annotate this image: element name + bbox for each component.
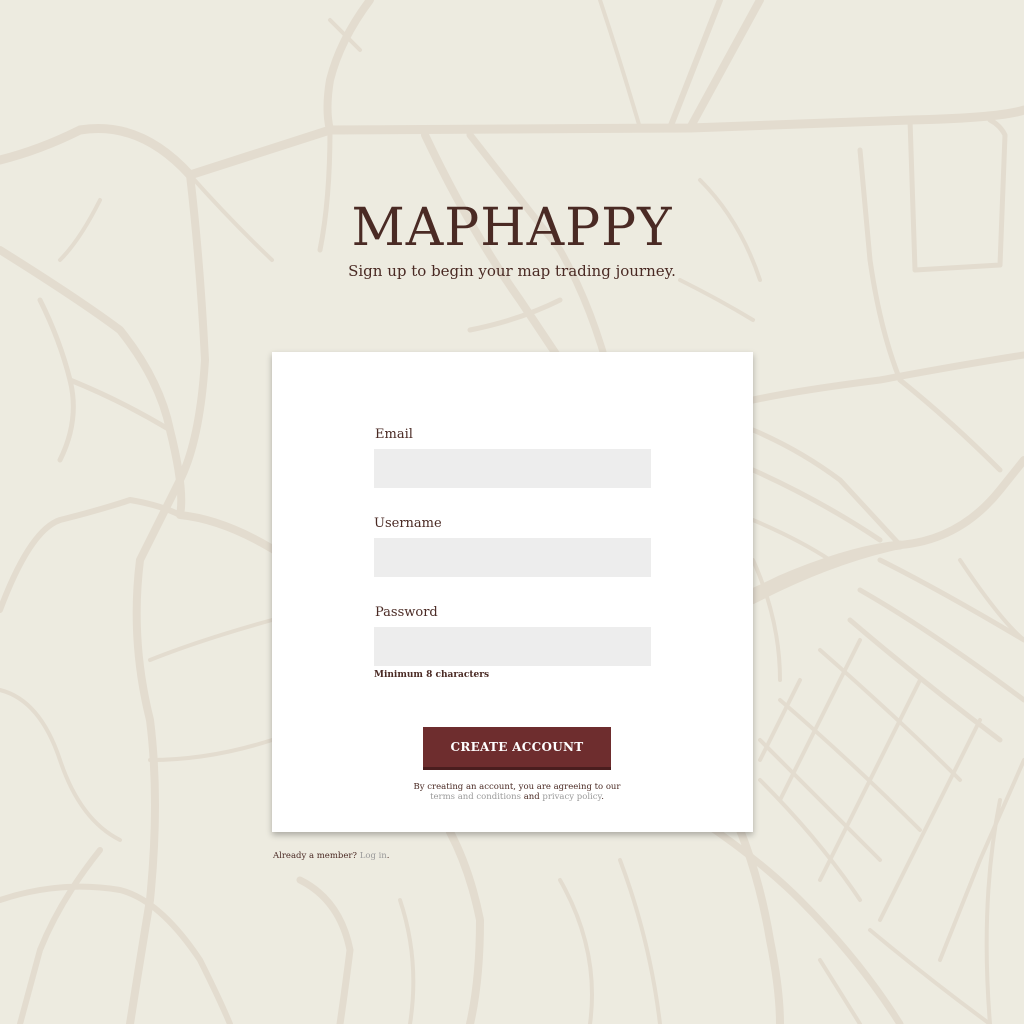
email-field[interactable] bbox=[374, 449, 651, 488]
password-label: Password bbox=[375, 605, 438, 620]
login-prompt-text: Already a member? bbox=[273, 851, 357, 861]
login-link[interactable]: Log in bbox=[360, 851, 387, 861]
legal-prefix: By creating an account, you are agreeing… bbox=[413, 782, 621, 792]
legal-notice: By creating an account, you are agreeing… bbox=[412, 782, 622, 802]
email-label: Email bbox=[375, 427, 413, 442]
login-suffix: . bbox=[386, 851, 390, 861]
brand-title: MAPHAPPY bbox=[351, 198, 673, 258]
login-prompt: Already a member? Log in. bbox=[273, 851, 390, 861]
username-label: Username bbox=[374, 516, 442, 531]
terms-link[interactable]: terms and conditions bbox=[430, 792, 521, 802]
signup-card: Email Username Password Minimum 8 charac… bbox=[272, 352, 753, 832]
legal-conjunction: and bbox=[523, 792, 540, 802]
password-field[interactable] bbox=[374, 627, 651, 666]
create-account-button[interactable]: CREATE ACCOUNT bbox=[423, 727, 611, 770]
legal-suffix: . bbox=[601, 792, 604, 802]
brand-tagline: Sign up to begin your map trading journe… bbox=[348, 262, 676, 280]
password-hint: Minimum 8 characters bbox=[374, 670, 490, 680]
brand-header: MAPHAPPY Sign up to begin your map tradi… bbox=[0, 198, 1024, 282]
username-field[interactable] bbox=[374, 538, 651, 577]
privacy-link[interactable]: privacy policy bbox=[542, 792, 601, 802]
